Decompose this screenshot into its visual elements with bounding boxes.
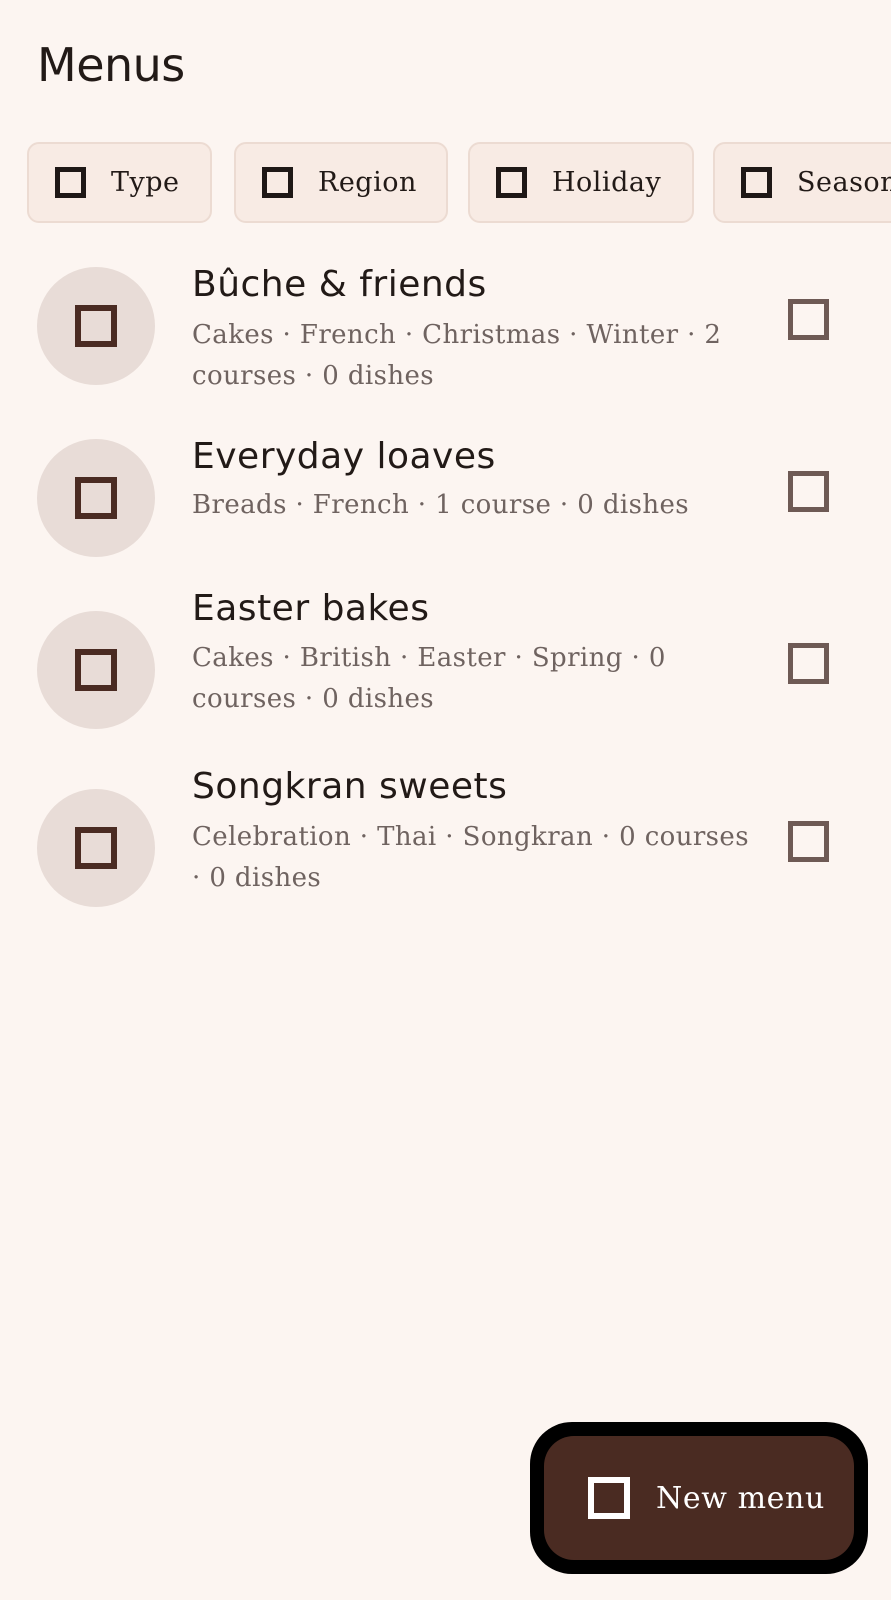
filter-chip-type[interactable]: Type <box>27 142 212 223</box>
menu-subtitle: Cakes · French · Christmas · Winter · 2 … <box>192 320 722 391</box>
list-item[interactable]: Easter bakes Cakes · British · Easter · … <box>0 584 891 760</box>
select-checkbox[interactable] <box>788 299 829 340</box>
menu-title: Songkran sweets <box>192 766 508 807</box>
list-item[interactable]: Bûche & friends Cakes · French · Christm… <box>0 240 891 412</box>
list-item[interactable]: Everyday loaves Breads · French · 1 cour… <box>0 412 891 584</box>
avatar <box>37 611 155 729</box>
list-item[interactable]: Songkran sweets Celebration · Thai · Son… <box>0 760 891 936</box>
avatar <box>37 789 155 907</box>
filter-chip-season[interactable]: Season <box>713 142 891 223</box>
new-menu-button[interactable]: New menu <box>544 1436 854 1560</box>
add-icon <box>588 1477 630 1519</box>
menu-icon <box>75 305 117 347</box>
new-menu-label: New menu <box>656 1480 825 1516</box>
avatar <box>37 267 155 385</box>
checkbox-icon <box>496 167 527 198</box>
filter-chip-label: Type <box>111 167 180 198</box>
checkbox-icon <box>262 167 293 198</box>
page-title: Menus <box>37 38 185 92</box>
checkbox-icon <box>741 167 772 198</box>
filter-chip-row: Type Region Holiday Season <box>27 142 891 224</box>
filter-chip-label: Holiday <box>552 167 662 198</box>
menu-icon <box>75 649 117 691</box>
filter-chip-label: Season <box>797 167 891 198</box>
menu-icon <box>75 477 117 519</box>
menu-title: Everyday loaves <box>192 436 496 477</box>
menu-title: Bûche & friends <box>192 264 487 305</box>
avatar <box>37 439 155 557</box>
select-checkbox[interactable] <box>788 643 829 684</box>
filter-chip-holiday[interactable]: Holiday <box>468 142 694 223</box>
select-checkbox[interactable] <box>788 821 829 862</box>
menu-subtitle: Celebration · Thai · Songkran · 0 course… <box>192 822 749 893</box>
select-checkbox[interactable] <box>788 471 829 512</box>
menu-subtitle: Breads · French · 1 course · 0 dishes <box>192 490 690 520</box>
checkbox-icon <box>55 167 86 198</box>
menu-icon <box>75 827 117 869</box>
filter-chip-label: Region <box>318 167 417 198</box>
menu-subtitle: Cakes · British · Easter · Spring · 0 co… <box>192 643 666 714</box>
filter-chip-region[interactable]: Region <box>234 142 448 223</box>
menu-title: Easter bakes <box>192 588 430 629</box>
